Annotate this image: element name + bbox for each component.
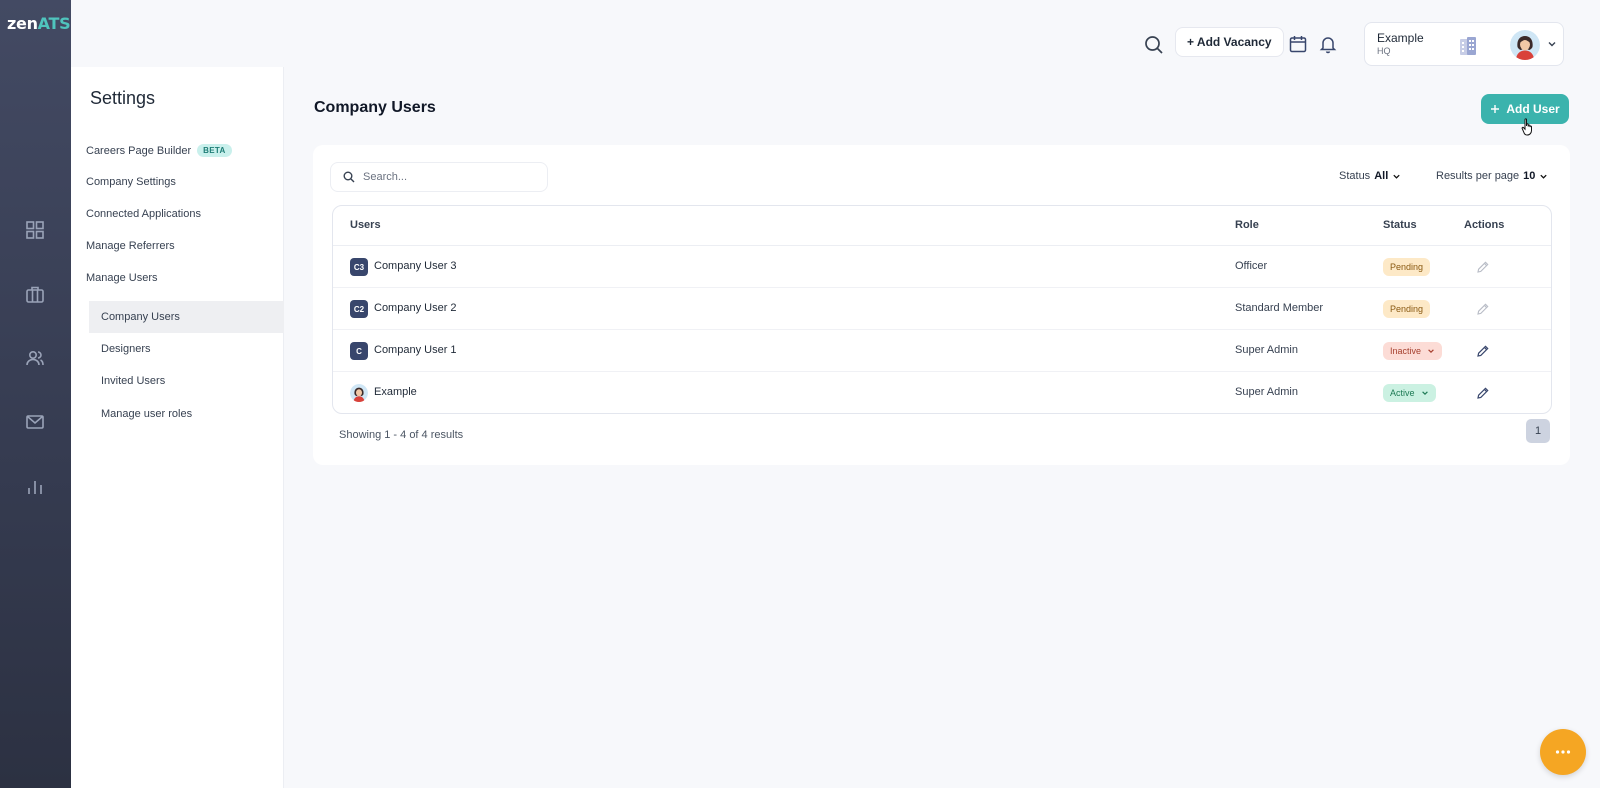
briefcase-icon[interactable] <box>24 283 46 305</box>
hand-cursor-icon <box>1521 118 1532 136</box>
results-value: 10 <box>1523 170 1536 182</box>
results-per-page[interactable]: Results per page 10 <box>1436 170 1548 182</box>
add-user-label: Add User <box>1506 102 1560 116</box>
status-filter-value: All <box>1374 170 1389 182</box>
table-row[interactable]: C Company User 1 Super Admin Inactive <box>333 330 1551 372</box>
column-header-role[interactable]: Role <box>1235 219 1259 231</box>
add-vacancy-button[interactable]: + Add Vacancy <box>1175 27 1284 57</box>
nav-manage-user-roles[interactable]: Manage user roles <box>89 398 284 430</box>
zenats-logo[interactable]: zenATS <box>7 14 71 33</box>
chevron-down-icon <box>1421 391 1428 396</box>
user-role: Super Admin <box>1235 386 1298 398</box>
calendar-icon[interactable] <box>1288 34 1308 54</box>
dashboard-icon[interactable] <box>24 219 46 241</box>
plus-icon <box>1491 105 1500 113</box>
account-switcher[interactable]: Example HQ <box>1364 22 1564 66</box>
column-header-users[interactable]: Users <box>350 219 381 231</box>
search-icon <box>343 171 355 183</box>
edit-pencil-icon[interactable] <box>1476 302 1490 316</box>
user-initials: C <box>350 342 368 360</box>
users-card: Status All Results per page 10 Users Rol… <box>313 145 1570 465</box>
page-title: Company Users <box>314 99 436 116</box>
user-avatar[interactable] <box>1510 30 1540 60</box>
left-rail: zenATS <box>0 0 71 788</box>
nav-invited-users[interactable]: Invited Users <box>89 365 284 397</box>
results-summary: Showing 1 - 4 of 4 results <box>339 429 464 441</box>
user-name[interactable]: Company User 2 <box>374 302 457 314</box>
settings-panel: Settings Careers Page Builder BETA Compa… <box>71 67 284 788</box>
edit-pencil-icon[interactable] <box>1476 260 1490 274</box>
edit-pencil-icon[interactable] <box>1476 344 1490 358</box>
nav-company-users[interactable]: Company Users <box>89 301 284 333</box>
table-row[interactable]: C2 Company User 2 Standard Member Pendin… <box>333 288 1551 330</box>
chevron-down-icon <box>1428 349 1434 354</box>
user-name[interactable]: Company User 3 <box>374 260 457 272</box>
beta-badge: BETA <box>197 144 232 157</box>
column-header-status[interactable]: Status <box>1383 219 1417 231</box>
status-dropdown[interactable]: Active <box>1383 384 1436 402</box>
account-name: Example <box>1377 31 1424 45</box>
user-role: Standard Member <box>1235 302 1324 314</box>
mail-icon[interactable] <box>24 411 46 433</box>
chart-icon[interactable] <box>24 476 46 498</box>
nav-label: Careers Page Builder <box>86 144 192 157</box>
users-icon[interactable] <box>24 347 46 369</box>
chevron-down-icon <box>1540 174 1548 179</box>
table-row[interactable]: Example Super Admin Active <box>333 372 1551 413</box>
user-role: Officer <box>1235 260 1268 272</box>
chat-button[interactable] <box>1540 729 1586 775</box>
user-name[interactable]: Company User 1 <box>374 344 457 356</box>
results-label: Results per page <box>1436 170 1520 182</box>
user-avatar <box>350 384 368 402</box>
settings-title: Settings <box>90 88 156 108</box>
nav-company-settings[interactable]: Company Settings <box>86 176 176 188</box>
nav-connected-applications[interactable]: Connected Applications <box>86 208 201 220</box>
building-icon <box>1460 37 1476 55</box>
bell-icon[interactable] <box>1318 34 1338 54</box>
search-input[interactable] <box>363 171 533 183</box>
chevron-down-icon <box>1393 174 1400 179</box>
nav-careers-page-builder[interactable]: Careers Page Builder BETA <box>86 144 232 157</box>
pagination-page-1[interactable]: 1 <box>1526 419 1550 443</box>
status-dropdown[interactable]: Inactive <box>1383 342 1443 360</box>
users-table: Users Role Status Actions C3 Company Use… <box>332 205 1552 414</box>
status-filter[interactable]: Status All <box>1339 170 1401 182</box>
nav-designers[interactable]: Designers <box>89 333 284 365</box>
status-badge: Pending <box>1383 258 1431 276</box>
column-header-actions: Actions <box>1464 219 1505 231</box>
more-dots-icon <box>1555 750 1571 754</box>
nav-manage-referrers[interactable]: Manage Referrers <box>86 240 175 252</box>
user-initials: C2 <box>350 300 368 318</box>
account-location: HQ <box>1377 46 1391 56</box>
user-role: Super Admin <box>1235 344 1298 356</box>
edit-pencil-icon[interactable] <box>1476 386 1490 400</box>
user-name[interactable]: Example <box>374 386 417 398</box>
chevron-down-icon[interactable] <box>1547 39 1557 49</box>
nav-manage-users[interactable]: Manage Users <box>86 272 158 284</box>
status-filter-label: Status <box>1339 170 1371 182</box>
table-row[interactable]: C3 Company User 3 Officer Pending <box>333 246 1551 288</box>
status-badge: Pending <box>1383 300 1431 318</box>
search-icon[interactable] <box>1143 34 1165 56</box>
search-box[interactable] <box>330 162 548 192</box>
user-initials: C3 <box>350 258 368 276</box>
